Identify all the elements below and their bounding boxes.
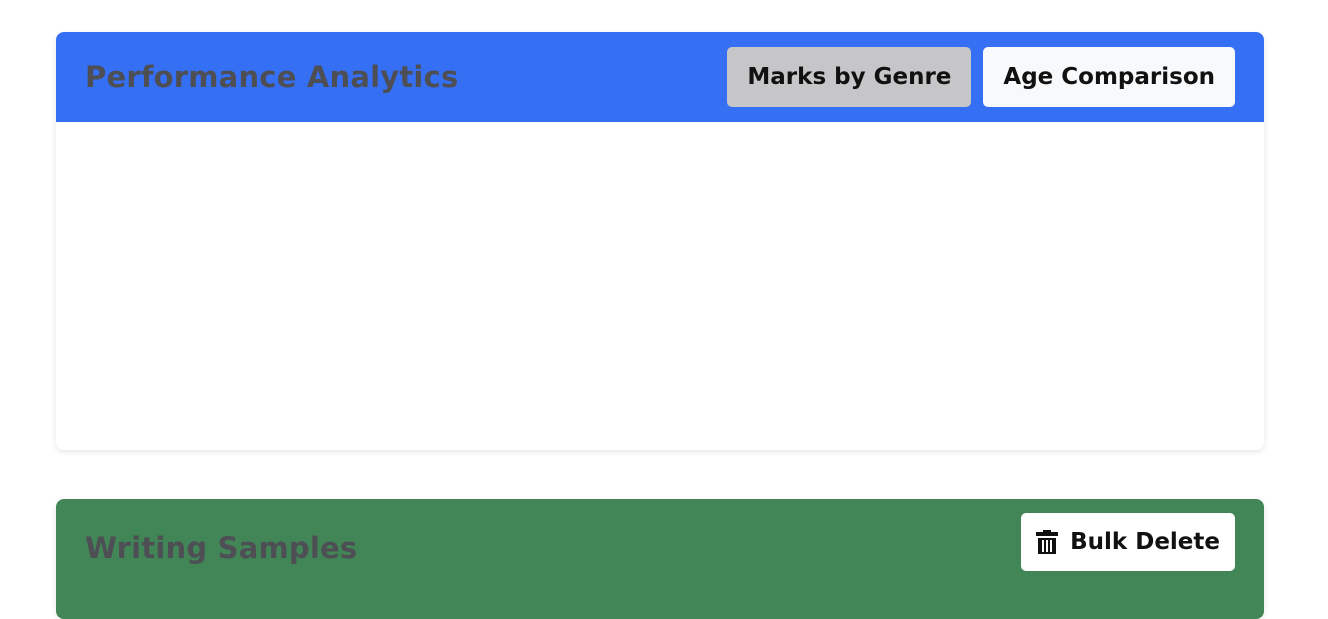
trash-icon: [1036, 530, 1059, 554]
chart-toggle-group: Marks by Genre Age Comparison: [727, 47, 1235, 107]
performance-analytics-card: Performance Analytics Marks by Genre Age…: [56, 32, 1264, 450]
writing-samples-card: Writing Samples Bulk Delete: [56, 499, 1264, 619]
marks-by-genre-button[interactable]: Marks by Genre: [727, 47, 972, 107]
bulk-delete-button[interactable]: Bulk Delete: [1021, 513, 1235, 571]
bulk-delete-label: Bulk Delete: [1070, 529, 1220, 555]
performance-analytics-title: Performance Analytics: [85, 60, 459, 94]
performance-analytics-header: Performance Analytics Marks by Genre Age…: [56, 32, 1264, 122]
chart-area: [56, 122, 1264, 450]
writing-samples-header: Writing Samples Bulk Delete: [56, 499, 1264, 619]
age-comparison-button[interactable]: Age Comparison: [983, 47, 1235, 107]
writing-samples-title: Writing Samples: [85, 531, 358, 565]
